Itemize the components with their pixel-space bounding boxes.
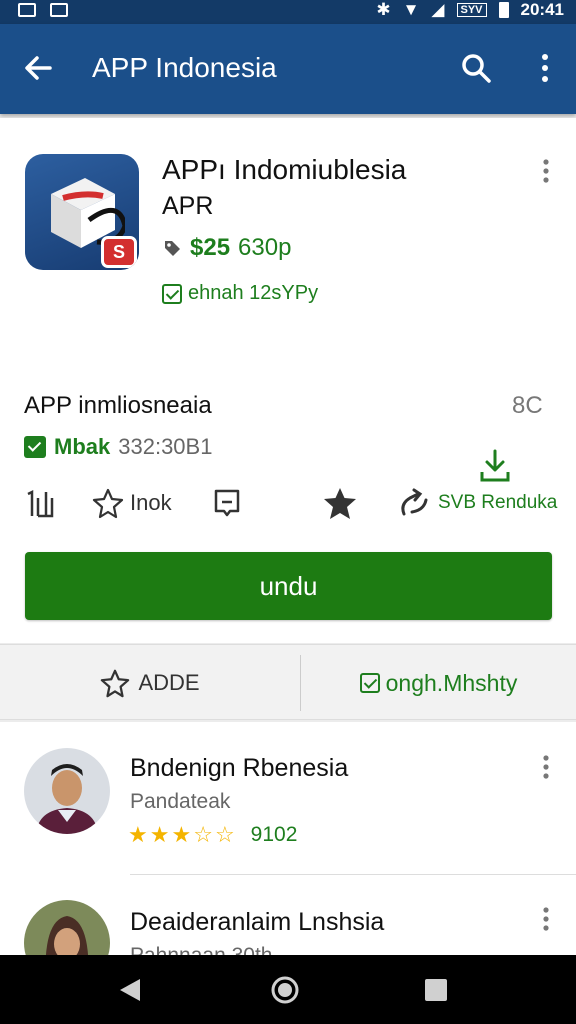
info-title: APP inmliosneaia <box>24 392 212 419</box>
star-outline-icon <box>101 669 130 698</box>
favorite-action[interactable] <box>322 478 358 528</box>
price-value: $25 <box>190 234 231 261</box>
wishlist-label: ADDE <box>138 670 200 695</box>
app-icon[interactable]: S <box>25 154 139 270</box>
star-half-icon: ☆ <box>214 822 235 847</box>
app-price: $25 630p <box>162 234 291 262</box>
review-icon <box>214 489 240 517</box>
app-name: APPı Indomiublesia <box>162 154 407 185</box>
app-badge: S <box>101 236 137 268</box>
image-notification-icon <box>18 3 36 17</box>
price-sub: 630p <box>238 234 292 261</box>
share-action[interactable]: SVB Renduka <box>398 478 557 528</box>
battery-icon <box>498 2 509 18</box>
signal-icon: ◢ <box>431 0 445 19</box>
status-time: 20:41 <box>520 0 564 19</box>
card-more-icon[interactable] <box>534 158 558 184</box>
rating-stars: ★ ★ ★ ☆ ☆ 9102 <box>128 822 297 848</box>
app-developer[interactable]: APR <box>162 192 213 221</box>
list-item[interactable]: Deaideranlaim Lnshsia Pahnnaan 30th <box>0 874 576 986</box>
avatar <box>24 748 110 834</box>
review-more-icon[interactable] <box>534 906 558 932</box>
star-action[interactable]: Inok <box>92 478 172 528</box>
star-icon: ★ <box>128 822 148 847</box>
review-action[interactable] <box>212 478 242 528</box>
price-tag-icon <box>165 241 180 256</box>
nav-home-icon[interactable] <box>270 975 300 1005</box>
info-number: 8C <box>512 392 543 419</box>
checkbox-icon <box>162 283 182 304</box>
check-filled-icon <box>24 436 46 458</box>
nav-back-icon[interactable] <box>118 977 142 1003</box>
reviews-list: Bndenign Rbenesia Pandateak ★ ★ ★ ☆ ☆ 91… <box>0 722 576 986</box>
more-vert-icon[interactable] <box>530 50 560 86</box>
star-half-icon: ☆ <box>193 822 213 847</box>
reviewer-subtitle: Pandateak <box>130 790 231 813</box>
star-icon: ★ <box>171 822 192 847</box>
reviewer-name: Bndenign Rbenesia <box>130 754 349 782</box>
install-button[interactable]: undu <box>25 552 552 620</box>
installed-button[interactable]: ongh.Mhshty <box>301 645 576 721</box>
app-bar: APP Indonesia <box>0 24 576 114</box>
ranking-icon <box>27 489 54 518</box>
share-action-label: SVB Renduka <box>438 492 558 513</box>
reviewer-name: Deaideranlaim Lnshsia <box>130 908 385 936</box>
rank-action[interactable] <box>24 478 56 528</box>
star-icon: ★ <box>149 822 170 847</box>
app-detail-card: S APPı Indomiublesia APR $25 630p ehnah … <box>0 118 576 643</box>
wishlist-button[interactable]: ADDE <box>0 645 300 721</box>
search-icon[interactable] <box>458 50 494 86</box>
star-action-label: Inok <box>130 490 172 515</box>
status-value: 332:30B1 <box>118 434 213 459</box>
checkbox-icon <box>359 673 380 693</box>
nav-recents-icon[interactable] <box>425 979 447 1001</box>
secondary-actions-bar: ADDE ongh.Mhshty <box>0 644 576 720</box>
screen: ✱ ▼ ◢ SYV 20:41 APP Indonesia S APPı Ind… <box>0 0 576 1024</box>
verified-label: ehnah 12sYPy <box>188 282 319 304</box>
status-row: Mbak 332:30B1 <box>24 434 212 460</box>
star-outline-icon <box>92 488 124 519</box>
rating-count: 9102 <box>250 823 298 846</box>
page-title: APP Indonesia <box>92 52 277 83</box>
status-bar: ✱ ▼ ◢ SYV 20:41 <box>0 0 576 24</box>
back-arrow-icon[interactable] <box>20 50 56 86</box>
wifi-icon: ▼ <box>402 0 420 19</box>
action-row: Inok SVB Renduka <box>0 478 576 528</box>
bluetooth-icon: ✱ <box>376 0 391 19</box>
installed-label: ongh.Mhshty <box>385 669 518 696</box>
star-filled-icon <box>324 488 356 519</box>
list-item[interactable]: Bndenign Rbenesia Pandateak ★ ★ ★ ☆ ☆ 91… <box>0 722 576 872</box>
avatar-man-icon <box>24 748 110 834</box>
status-label: Mbak <box>54 434 111 459</box>
briefcase-notification-icon <box>50 3 68 17</box>
link-icon <box>401 488 428 516</box>
verified-row: ehnah 12sYPy <box>162 282 318 305</box>
review-more-icon[interactable] <box>534 754 558 780</box>
system-nav-bar <box>0 955 576 1024</box>
status-tag: SYV <box>456 3 487 17</box>
